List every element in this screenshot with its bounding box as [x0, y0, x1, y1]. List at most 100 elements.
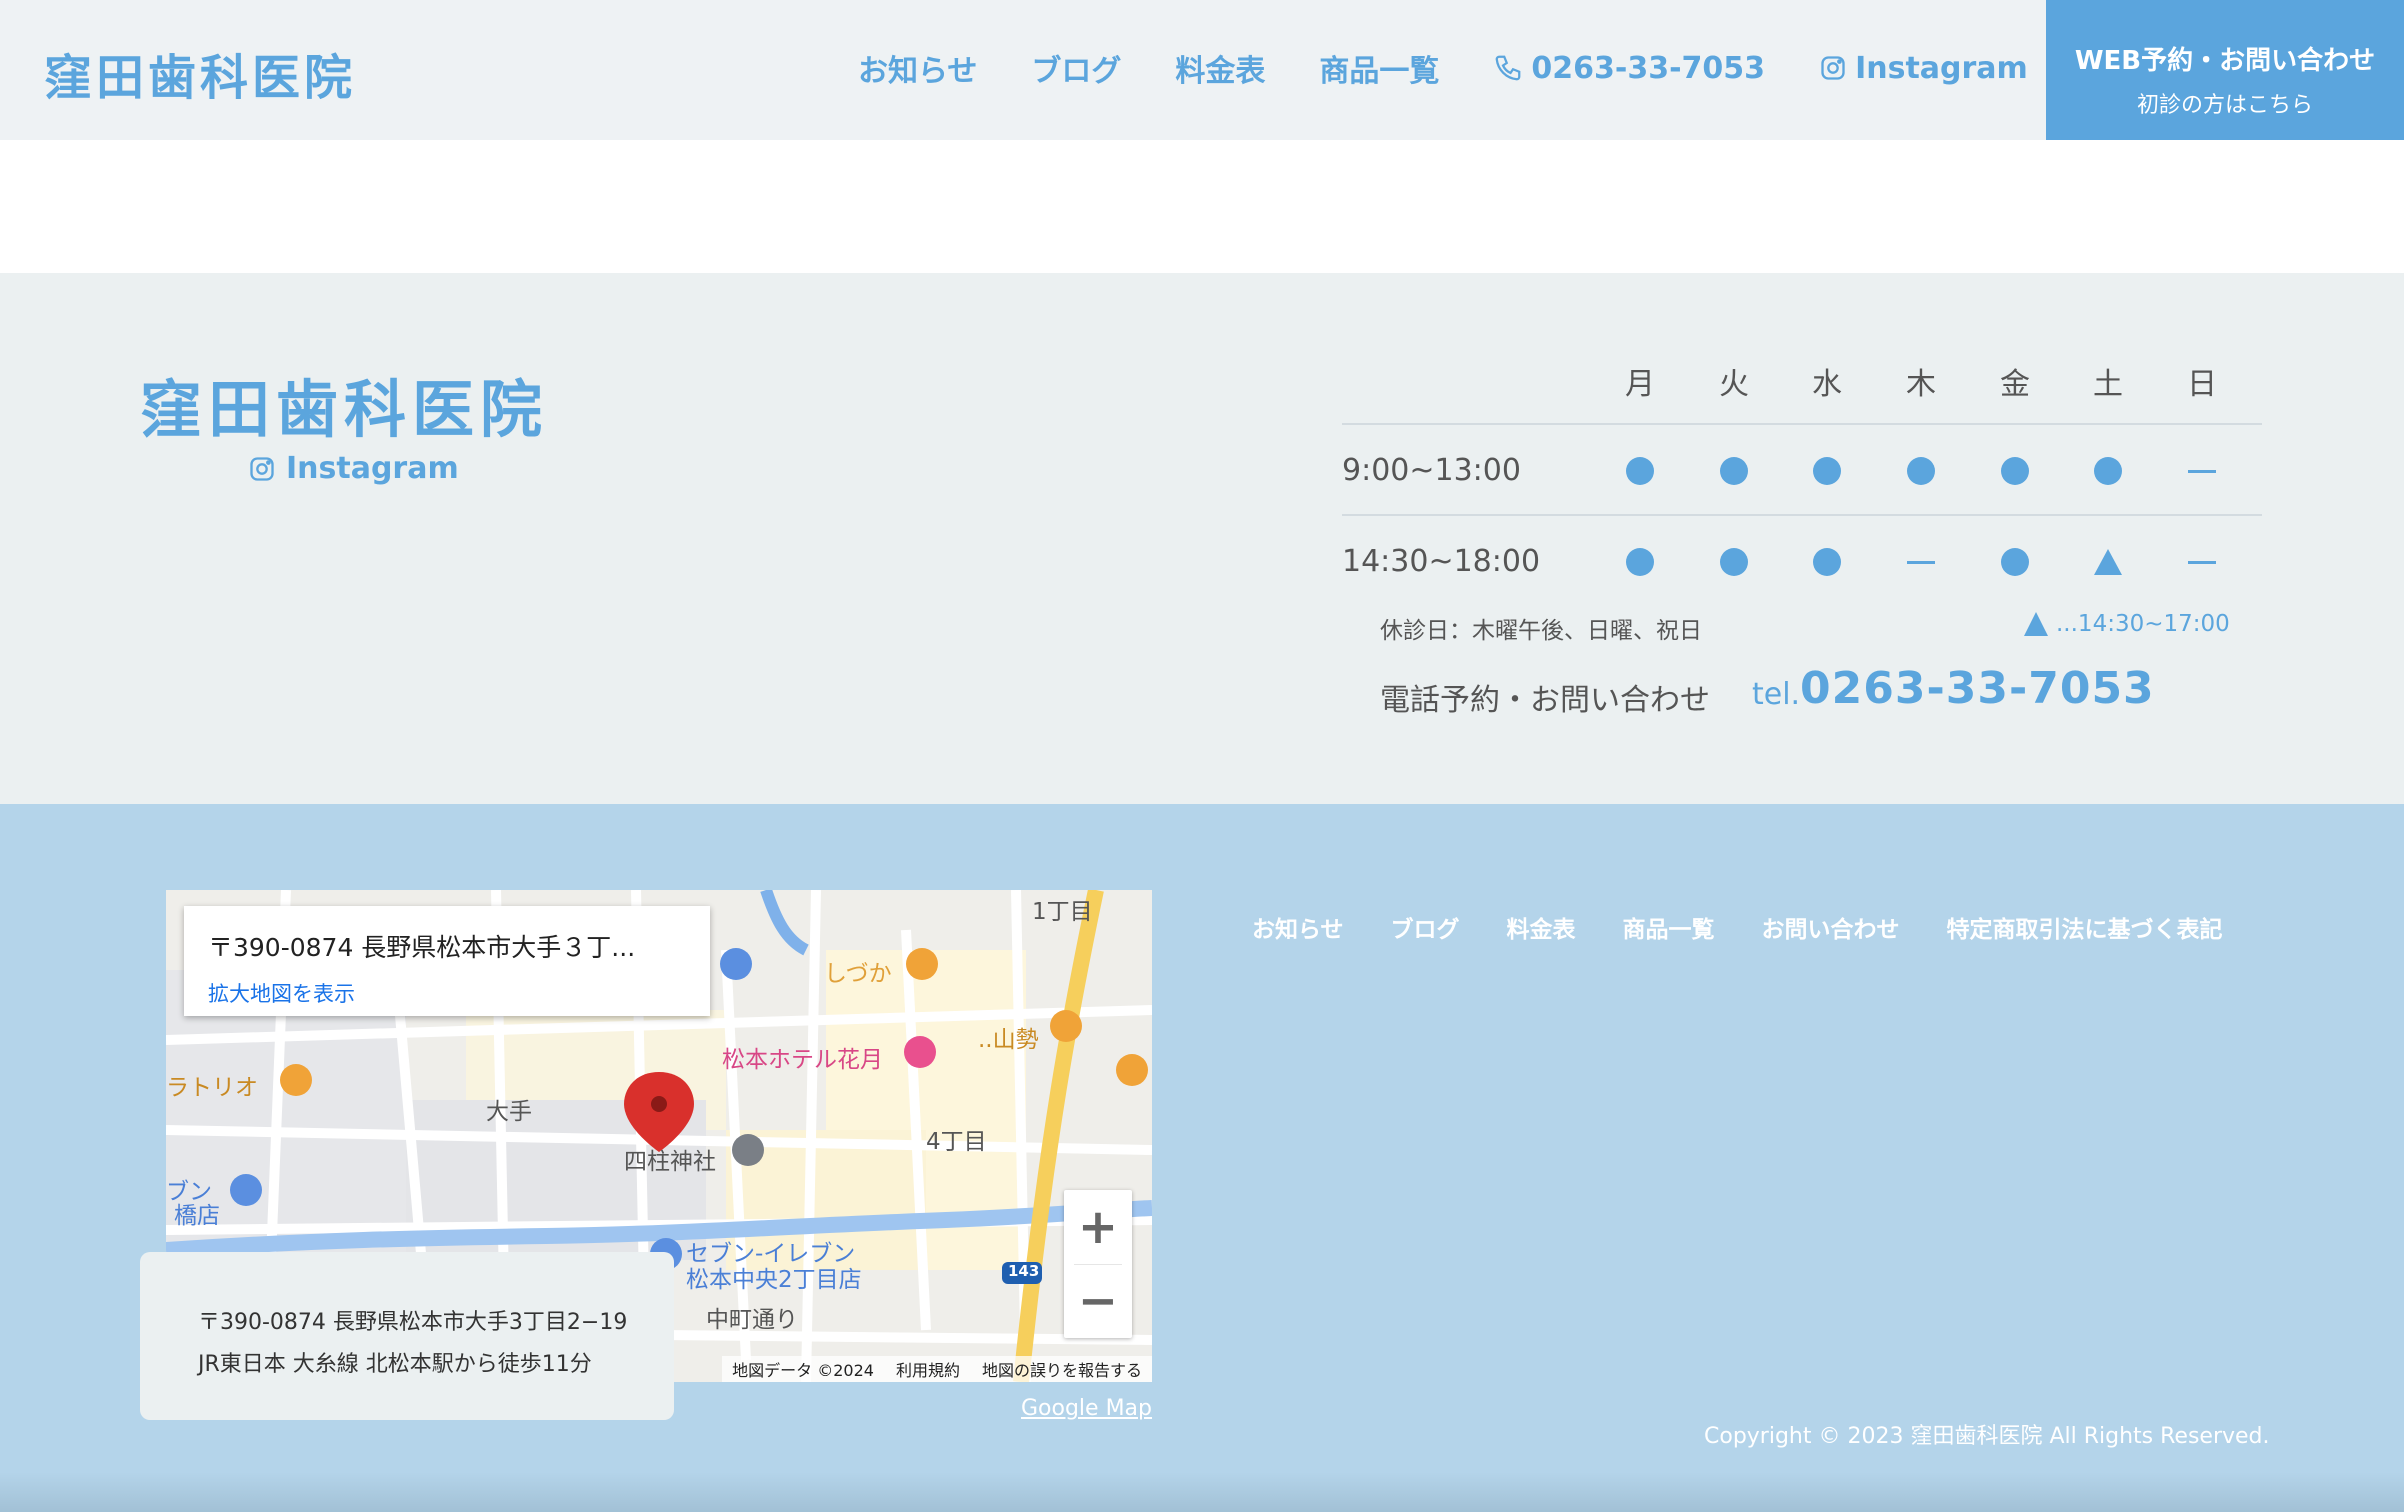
- footer-nav: お知らせ ブログ 料金表 商品一覧 お問い合わせ 特定商取引法に基づく表記: [1252, 910, 2223, 944]
- slot-row-afternoon: 14:30~18:00: [1342, 532, 2262, 592]
- slot-mark: [1891, 441, 1951, 501]
- partial-triangle-icon: [2094, 549, 2122, 575]
- slot-time: 9:00~13:00: [1342, 453, 1521, 488]
- nav-price[interactable]: 料金表: [1175, 46, 1265, 90]
- instagram-icon: [1821, 56, 1845, 80]
- nav-news[interactable]: お知らせ: [858, 46, 977, 90]
- nav-phone[interactable]: 0263-33-7053: [1493, 51, 1765, 86]
- slot-mark: [1797, 532, 1857, 592]
- map-attribution: 地図データ ©2024 利用規約 地図の誤りを報告する: [722, 1356, 1152, 1382]
- map-terms-link[interactable]: 利用規約: [896, 1357, 960, 1381]
- zoom-out-button[interactable]: −: [1064, 1264, 1132, 1338]
- phone-icon: [1496, 55, 1521, 81]
- slot-mark: [1985, 441, 2045, 501]
- map-label-route: 143: [1008, 1262, 1040, 1280]
- nav-products[interactable]: 商品一覧: [1319, 46, 1439, 90]
- footer-nav-blog[interactable]: ブログ: [1391, 910, 1460, 944]
- map-label-hotel: 松本ホテル花月: [722, 1047, 883, 1073]
- map-label-shizuka: しづか: [824, 961, 892, 987]
- map-card-address: 〒390-0874 長野県松本市大手３丁...: [208, 933, 636, 962]
- address-line: 〒390-0874 長野県松本市大手3丁目2−19: [198, 1310, 628, 1335]
- day-mon: 月: [1625, 367, 1655, 402]
- day-fri: 金: [2000, 367, 2030, 402]
- slot-mark: [1891, 532, 1951, 592]
- map-report-link[interactable]: 地図の誤りを報告する: [982, 1357, 1142, 1381]
- open-dot-icon: [2001, 457, 2029, 485]
- day-sun: 日: [2187, 367, 2217, 402]
- info-instagram-label: Instagram: [286, 451, 459, 486]
- map-info-card: 〒390-0874 長野県松本市大手３丁... 拡大地図を表示: [184, 906, 710, 1016]
- site-footer: しづか 松本ホテル花月 ..山勢 ラトリオ 大手 四柱神社 4丁目 1丁目 セブ…: [0, 804, 2404, 1512]
- copyright: Copyright © 2023 窪田歯科医院 All Rights Reser…: [1704, 1424, 2270, 1449]
- map-label-shrine: 四柱神社: [624, 1149, 716, 1175]
- open-dot-icon: [1720, 457, 1748, 485]
- tel-label: 電話予約・お問い合わせ: [1380, 683, 1710, 718]
- footer-nav-contact[interactable]: お問い合わせ: [1762, 910, 1900, 944]
- closed-days-note: 休診日：木曜午後、日曜、祝日: [1380, 618, 1702, 644]
- day-thu: 木: [1906, 367, 1936, 402]
- divider: [1342, 423, 2262, 425]
- footer-nav-price[interactable]: 料金表: [1507, 910, 1576, 944]
- day-sat: 土: [2093, 367, 2123, 402]
- map-label-bashi: 橋店: [174, 1203, 220, 1229]
- info-instagram-link[interactable]: Instagram: [248, 451, 459, 486]
- footer-shadow: [0, 1472, 2404, 1512]
- nav-blog[interactable]: ブログ: [1031, 46, 1121, 90]
- map-label-yamasei: ..山勢: [978, 1027, 1039, 1053]
- map-label-nakamachi: 中町通り: [706, 1307, 798, 1333]
- site-logo[interactable]: 窪田歯科医院: [44, 38, 356, 108]
- slot-mark: [2172, 532, 2232, 592]
- open-dot-icon: [1907, 457, 1935, 485]
- slot-time: 14:30~18:00: [1342, 544, 1541, 579]
- divider: [1342, 514, 2262, 516]
- nav-instagram[interactable]: Instagram: [1819, 51, 2028, 86]
- google-map-link[interactable]: Google Map: [1021, 1396, 1152, 1421]
- slot-mark: [2078, 532, 2138, 592]
- footer-nav-news[interactable]: お知らせ: [1252, 910, 1344, 944]
- slot-mark: [1797, 441, 1857, 501]
- address-box: 〒390-0874 長野県松本市大手3丁目2−19 JR東日本 大糸線 北松本駅…: [140, 1252, 674, 1420]
- cta-title: WEB予約・お問い合わせ: [2074, 46, 2376, 76]
- zoom-in-button[interactable]: +: [1064, 1190, 1132, 1264]
- footer-nav-products[interactable]: 商品一覧: [1623, 910, 1715, 944]
- slot-mark: [2172, 441, 2232, 501]
- open-dot-icon: [2001, 548, 2029, 576]
- slot-mark: [2078, 441, 2138, 501]
- clinic-name: 窪田歯科医院: [140, 373, 549, 446]
- enlarge-map-link[interactable]: 拡大地図を表示: [208, 978, 355, 1008]
- open-dot-icon: [1813, 457, 1841, 485]
- map-zoom-control: + −: [1064, 1190, 1132, 1338]
- open-dot-icon: [1626, 548, 1654, 576]
- weekday-header: 月 火 水 木 金 土 日: [1342, 359, 2262, 402]
- map-label-seven-branch: 松本中央2丁目店: [686, 1267, 862, 1293]
- nav-instagram-label: Instagram: [1855, 50, 2028, 86]
- slot-mark: [1610, 441, 1670, 501]
- day-wed: 水: [1812, 367, 1842, 402]
- day-tue: 火: [1719, 367, 1749, 402]
- map-label-1chome: 1丁目: [1032, 899, 1093, 925]
- map-data-credit: 地図データ ©2024: [732, 1361, 874, 1380]
- map-label-bratrio: ラトリオ: [166, 1075, 258, 1101]
- closed-dash-icon: [2188, 560, 2216, 564]
- footer-nav-legal[interactable]: 特定商取引法に基づく表記: [1947, 910, 2223, 944]
- site-header: 窪田歯科医院 お知らせ ブログ 料金表 商品一覧 0263-33-7053 In…: [0, 0, 2404, 140]
- slot-row-morning: 9:00~13:00: [1342, 441, 2262, 501]
- instagram-icon: [250, 456, 274, 481]
- tel-number[interactable]: 0263-33-7053: [1800, 663, 2155, 714]
- main-nav: お知らせ ブログ 料金表 商品一覧 0263-33-7053 Instagram: [858, 46, 2028, 90]
- open-dot-icon: [1626, 457, 1654, 485]
- web-reservation-button[interactable]: WEB予約・お問い合わせ 初診の方はこちら: [2046, 0, 2404, 140]
- open-dot-icon: [1720, 548, 1748, 576]
- nav-phone-label: 0263-33-7053: [1531, 50, 1766, 86]
- open-dot-icon: [2094, 457, 2122, 485]
- triangle-legend-text: ...14:30~17:00: [2056, 611, 2230, 637]
- clinic-info-section: 窪田歯科医院 Instagram 月 火 水 木 金 土 日 9:00~13:0…: [0, 273, 2404, 804]
- map-label-ote: 大手: [486, 1099, 532, 1125]
- slot-mark: [1985, 532, 2045, 592]
- slot-mark: [1704, 532, 1764, 592]
- closed-dash-icon: [1907, 560, 1935, 564]
- slot-mark: [1610, 532, 1670, 592]
- open-dot-icon: [1813, 548, 1841, 576]
- tel-prefix: tel.: [1752, 677, 1801, 712]
- slot-mark: [1704, 441, 1764, 501]
